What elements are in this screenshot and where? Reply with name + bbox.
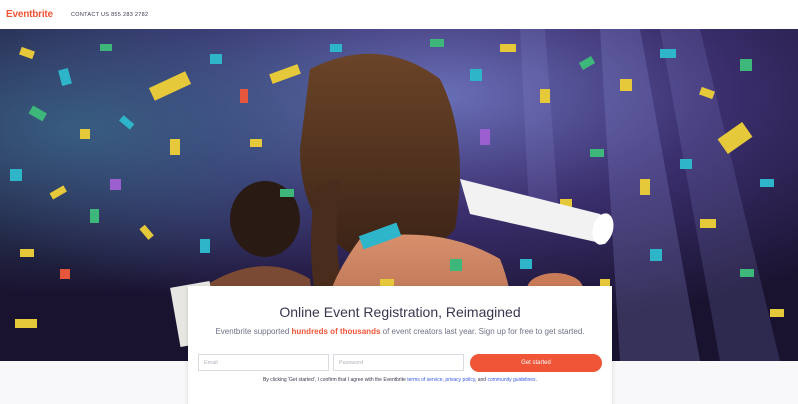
terms-of-service-link[interactable]: terms of service	[407, 377, 442, 383]
community-guidelines-link[interactable]: community guidelines	[487, 377, 535, 383]
terms-prefix: By clicking 'Get started', I confirm tha…	[263, 377, 408, 383]
email-field[interactable]	[198, 354, 329, 371]
password-field[interactable]	[333, 354, 464, 371]
terms-suffix: .	[535, 377, 537, 383]
privacy-policy-link[interactable]: privacy policy	[445, 377, 475, 383]
subtitle-text-start: Eventbrite supported	[215, 327, 292, 336]
get-started-button[interactable]: Get started	[470, 354, 602, 372]
subtitle-highlight: hundreds of thousands	[291, 327, 381, 336]
subtitle-text-end: of event creators last year. Sign up for…	[380, 327, 585, 336]
signup-subtitle: Eventbrite supported hundreds of thousan…	[206, 326, 594, 337]
eventbrite-logo[interactable]: Eventbrite	[6, 9, 53, 20]
terms-separator: , and	[474, 377, 488, 383]
signup-card: Online Event Registration, Reimagined Ev…	[188, 286, 612, 404]
signup-headline: Online Event Registration, Reimagined	[279, 304, 521, 320]
top-navigation-bar: Eventbrite CONTACT US 855 283 2782	[0, 0, 798, 30]
terms-notice: By clicking 'Get started', I confirm tha…	[188, 377, 612, 383]
contact-us-phone[interactable]: CONTACT US 855 283 2782	[71, 12, 148, 18]
